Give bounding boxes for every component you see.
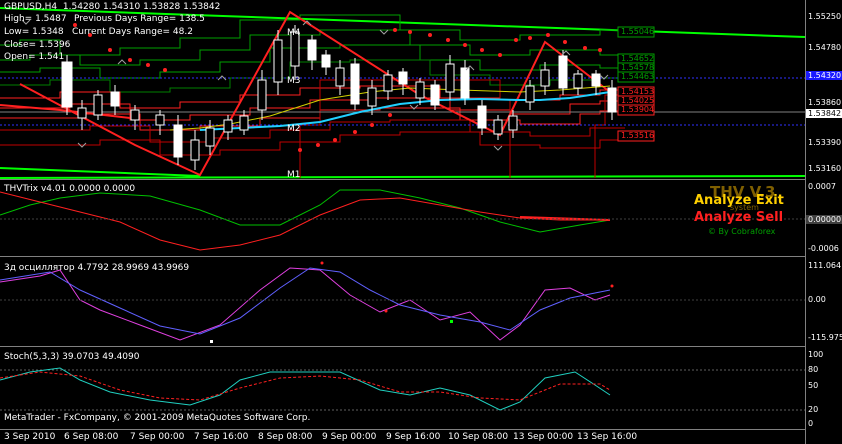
price-axis-label: 1.54780 [808,43,842,52]
price-axis-label: 1.53160 [808,164,842,173]
osc-axis-zero: 0.00 [808,295,826,304]
analyze-sell-label: Analyze Sell [694,210,784,225]
time-axis-label: 13 Sep 16:00 [577,432,638,442]
level-label: 1.54153 [621,87,655,96]
time-axis-label: 9 Sep 00:00 [322,432,377,442]
level-label: 1.55046 [621,27,655,36]
osc-axis-top: 111.064 [808,261,842,270]
thv-axis-zero: 0.00000 [806,215,842,224]
time-axis-label: 7 Sep 16:00 [194,432,249,442]
pivot-m3-label: M3 [287,76,301,86]
stoch-axis-20: 20 [808,405,819,414]
current-price-label: 1.53842 [806,109,842,118]
thv-axis-top: 0.0007 [808,182,836,191]
time-axis-label: 7 Sep 00:00 [130,432,185,442]
level-label: 1.54463 [621,72,655,81]
stoch-axis-50: 50 [808,381,819,390]
price-axis-label: 1.55250 [808,12,842,21]
info-open: Open= 1.541 [4,52,65,62]
time-axis-label: 6 Sep 08:00 [64,432,119,442]
price-chart-canvas[interactable] [0,0,805,444]
level-label: 1.54025 [621,96,655,105]
info-high: High= 1.5487 [4,14,67,24]
osc-panel-title: 3д осциллятор 4.7792 28.9969 43.9969 [4,263,190,273]
thv-panel-separator [0,256,805,257]
stoch-axis-80: 80 [808,365,819,374]
info-low: Low= 1.5348 [4,27,64,37]
osc-axis-bottom: -115.975 [808,333,842,342]
price-axis-label: 1.53390 [808,138,842,147]
pivot-m2-label: M2 [287,124,301,134]
level-label: 1.53516 [621,131,655,140]
thv-panel-title: THVTrix v4.01 0.0000 0.0000 [4,184,136,194]
stoch-panel-title: Stoch(5,3,3) 39.0703 49.4090 [4,352,140,362]
stoch-axis-100: 100 [808,350,824,359]
info-close: Close= 1.5396 [4,40,71,50]
time-axis-label: 9 Sep 16:00 [386,432,441,442]
level-label: 1.54652 [621,54,655,63]
price-axis-label: 1.53860 [808,98,842,107]
thv-axis-bottom: -0.0006 [808,244,839,253]
analyze-exit-label: Analyze Exit [694,193,784,208]
info-prev-range: Previous Days Range= 138.5 [74,14,205,24]
copyright-text: MetaTrader - FxCompany, © 2001-2009 Meta… [4,413,311,423]
price-panel-separator [0,179,805,180]
cobraforex-credit: © By Cobraforex [708,227,776,236]
pivot-m1-label: M1 [287,170,301,180]
stoch-panel-separator [0,429,805,430]
pivot-m4-label: M4 [287,28,301,38]
time-axis-label: 3 Sep 2010 [4,432,56,442]
info-curr-range: Current Days Range= 48.2 [72,27,193,37]
time-axis-label: 10 Sep 08:00 [448,432,509,442]
level-label: 1.54578 [621,63,655,72]
symbol-timeframe-label: GBPUSD,H4 1.54280 1.54310 1.53828 1.5384… [4,2,221,12]
time-axis-label: 13 Sep 00:00 [513,432,574,442]
time-axis-label: 8 Sep 08:00 [258,432,313,442]
highlighted-price-label: 1.54320 [806,71,842,80]
stoch-axis-0: 0 [808,419,814,428]
level-label: 1.53904 [621,105,655,114]
metatrader-chart[interactable]: GBPUSD,H4 1.54280 1.54310 1.53828 1.5384… [0,0,842,444]
osc-panel-separator [0,346,805,347]
